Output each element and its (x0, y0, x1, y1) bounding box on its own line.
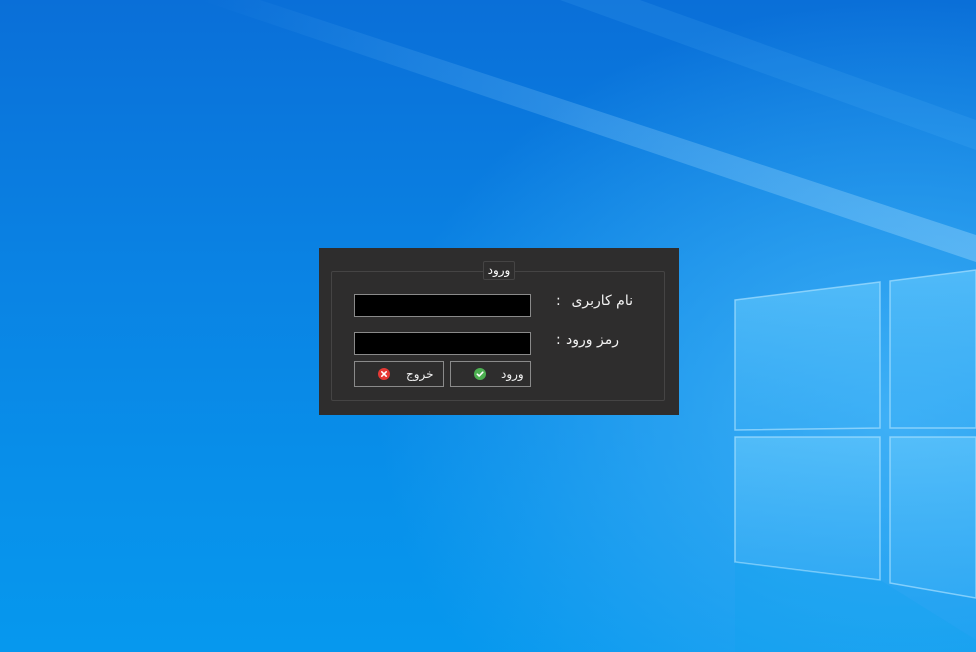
exit-button-label: خروج (406, 367, 434, 381)
username-colon: : (556, 293, 561, 309)
password-input[interactable] (354, 332, 531, 355)
exit-button[interactable]: خروج (354, 361, 444, 387)
login-button-label: ورود (501, 367, 524, 381)
username-input[interactable] (354, 294, 531, 317)
login-button[interactable]: ورود (450, 361, 531, 387)
check-circle-icon (474, 368, 486, 380)
password-label: رمز ورود (566, 332, 619, 348)
username-label: نام کاربری (571, 293, 633, 309)
login-dialog: ورود نام کاربری : رمز ورود : خروج ورود (319, 248, 679, 415)
close-circle-icon (378, 368, 390, 380)
password-colon: : (556, 332, 561, 348)
group-title: ورود (483, 261, 515, 280)
